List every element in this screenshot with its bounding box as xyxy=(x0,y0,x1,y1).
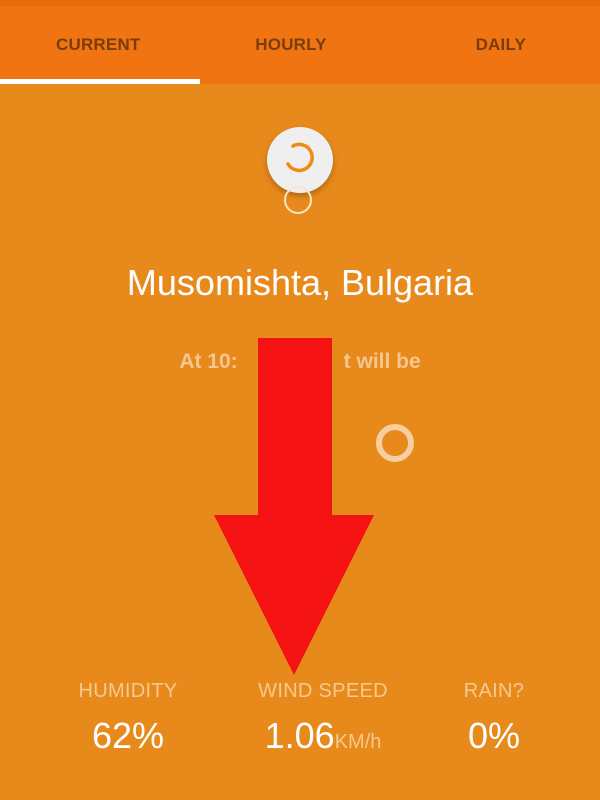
rain-value: 0% xyxy=(467,715,521,756)
wind-speed-reading: 1.06KM/h xyxy=(248,715,398,757)
wind-speed-value: 1.06 xyxy=(264,715,335,756)
humidity-stat: HUMIDITY 62% xyxy=(70,680,186,757)
humidity-label: HUMIDITY xyxy=(78,680,178,702)
rain-label: RAIN? xyxy=(463,680,525,702)
humidity-value: 62% xyxy=(91,715,165,756)
wind-speed-label: WIND SPEED xyxy=(258,680,388,702)
weather-stats: HUMIDITY 62% WIND SPEED 1.06KM/h RAIN? 0… xyxy=(0,680,600,780)
wind-speed-unit: KM/h xyxy=(334,731,382,753)
rain-stat: RAIN? 0% xyxy=(452,680,536,757)
wind-speed-stat: WIND SPEED 1.06KM/h xyxy=(248,680,398,757)
